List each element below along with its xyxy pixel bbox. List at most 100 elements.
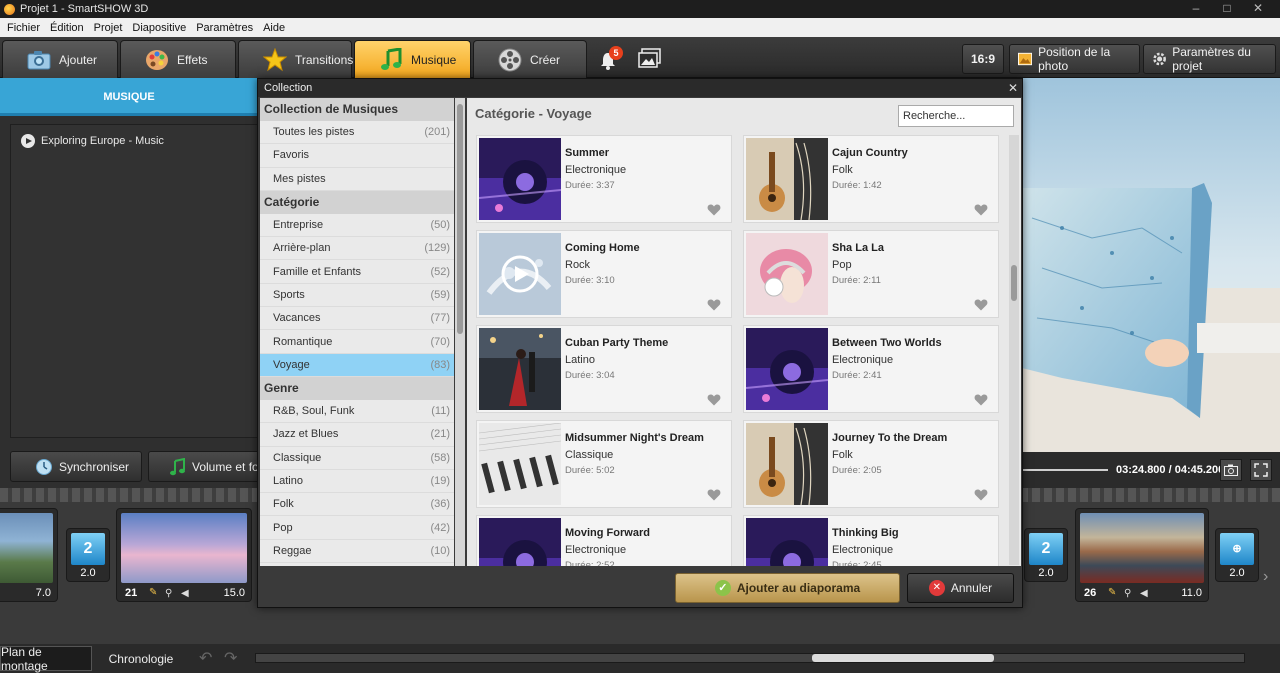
photo-position-button[interactable]: Position de la photo	[1009, 44, 1140, 74]
genre-item-folk[interactable]: Folk (36)	[260, 493, 454, 517]
edit-icon[interactable]: ✎	[149, 587, 157, 598]
genre-item-classique[interactable]: Classique (58)	[260, 447, 454, 470]
menu-diapositive[interactable]: Diapositive	[127, 22, 191, 34]
menu-aide[interactable]: Aide	[258, 22, 290, 34]
album-art-image[interactable]	[479, 518, 561, 566]
notification-bell-button[interactable]: 5	[598, 46, 623, 75]
genre-count: (10)	[430, 544, 450, 557]
scroll-right-icon[interactable]: ›	[1263, 568, 1268, 586]
zoom-icon[interactable]: ⚲	[1124, 588, 1131, 599]
track-card[interactable]: Summer Electronique Durée: 3:37	[476, 135, 732, 223]
favorite-heart-icon[interactable]	[974, 489, 988, 501]
menu-parametres[interactable]: Paramètres	[191, 22, 258, 34]
track-card[interactable]: Midsummer Night's Dream Classique Durée: 5…	[476, 420, 732, 508]
track-card[interactable]: Between Two Worlds Electronique Durée: 2:4…	[743, 325, 999, 413]
tab-timeline[interactable]: Chronologie	[96, 646, 186, 671]
genre-item-rnb[interactable]: R&B, Soul, Funk (11)	[260, 400, 454, 424]
tab-musique[interactable]: Musique	[354, 40, 471, 78]
category-item-entreprise[interactable]: Entreprise (50)	[260, 214, 454, 238]
edit-icon[interactable]: ✎	[1108, 587, 1116, 598]
album-art-image[interactable]	[479, 328, 561, 410]
snapshot-button[interactable]	[1220, 459, 1242, 481]
add-to-slideshow-button[interactable]: ✓ Ajouter au diaporama	[675, 573, 900, 603]
tab-effets[interactable]: Effets	[120, 40, 236, 78]
play-icon[interactable]	[21, 134, 35, 148]
album-art-image[interactable]	[746, 423, 828, 505]
redo-icon[interactable]: ↷	[224, 648, 237, 668]
project-settings-button[interactable]: Paramètres du projet	[1143, 44, 1276, 74]
cancel-button[interactable]: ✕ Annuler	[907, 573, 1014, 603]
category-item-vacances[interactable]: Vacances (77)	[260, 307, 454, 331]
zoom-icon[interactable]: ⚲	[165, 588, 172, 599]
favorite-heart-icon[interactable]	[974, 394, 988, 406]
maximize-button[interactable]: □	[1212, 0, 1242, 18]
undo-icon[interactable]: ↶	[199, 648, 212, 668]
image-gallery-button[interactable]	[638, 47, 664, 71]
slide-thumbnail[interactable]: 21 ✎ ⚲ ◀ 15.0	[116, 508, 252, 602]
genre-item-reggae[interactable]: Reggae (10)	[260, 540, 454, 564]
tab-storyboard[interactable]: Plan de montage	[0, 645, 92, 673]
album-art-image[interactable]	[479, 138, 561, 220]
category-item-my-tracks[interactable]: Mes pistes	[260, 168, 454, 191]
track-card[interactable]: Cajun Country Folk Durée: 1:42	[743, 135, 999, 223]
synchronize-button[interactable]: Synchroniser	[10, 451, 142, 482]
category-item-arriere-plan[interactable]: Arrière-plan (129)	[260, 237, 454, 261]
project-track-item[interactable]: Exploring Europe - Music	[11, 129, 257, 153]
menu-fichier[interactable]: Fichier	[2, 22, 45, 34]
section-heading: Catégorie	[260, 190, 454, 214]
genre-item-pop[interactable]: Pop (42)	[260, 516, 454, 540]
album-art-image[interactable]	[746, 518, 828, 566]
album-art-image[interactable]	[746, 138, 828, 220]
menu-edition[interactable]: Édition	[45, 22, 89, 34]
sound-icon[interactable]: ◀	[1140, 588, 1148, 599]
fullscreen-button[interactable]	[1250, 459, 1272, 481]
track-scrollbar[interactable]	[1009, 135, 1019, 565]
album-art-image[interactable]	[479, 423, 561, 505]
slide-thumbnail[interactable]: 7.0	[0, 508, 58, 602]
favorite-heart-icon[interactable]	[974, 204, 988, 216]
dialog-close-icon[interactable]: ✕	[1008, 79, 1018, 97]
album-art-image[interactable]	[746, 328, 828, 410]
favorite-heart-icon[interactable]	[707, 299, 721, 311]
track-card[interactable]: Cuban Party Theme Latino Durée: 3:04	[476, 325, 732, 413]
menu-projet[interactable]: Projet	[89, 22, 128, 34]
transition-thumbnail[interactable]: ⊕ 2.0	[1215, 528, 1259, 582]
minimize-button[interactable]: –	[1181, 0, 1211, 18]
album-art-image[interactable]	[479, 233, 561, 315]
album-art-image[interactable]	[746, 233, 828, 315]
category-item-famille[interactable]: Famille et Enfants (52)	[260, 260, 454, 284]
sound-icon[interactable]: ◀	[181, 588, 189, 599]
search-input[interactable]: Recherche...	[898, 105, 1014, 127]
genre-item-latino[interactable]: Latino (19)	[260, 470, 454, 494]
favorite-heart-icon[interactable]	[707, 489, 721, 501]
favorite-heart-icon[interactable]	[707, 204, 721, 216]
aspect-ratio-button[interactable]: 16:9	[962, 44, 1004, 74]
category-item-voyage[interactable]: Voyage (83)	[260, 353, 454, 377]
tab-creer[interactable]: Créer	[473, 40, 587, 78]
slide-thumbnail[interactable]: 26 ✎ ⚲ ◀ 11.0	[1075, 508, 1209, 602]
tab-ajouter[interactable]: Ajouter	[2, 40, 118, 78]
track-card[interactable]: Coming Home Rock Durée: 3:10	[476, 230, 732, 318]
track-card[interactable]: Moving Forward Electronique Durée: 2:52	[476, 515, 732, 566]
category-item-sports[interactable]: Sports (59)	[260, 284, 454, 308]
genre-item-jazz[interactable]: Jazz et Blues (21)	[260, 423, 454, 447]
timeline-scrollbar[interactable]	[255, 653, 1245, 663]
favorite-heart-icon[interactable]	[974, 299, 988, 311]
category-scrollbar[interactable]	[455, 98, 465, 566]
track-card[interactable]: Sha La La Pop Durée: 2:11	[743, 230, 999, 318]
favorite-heart-icon[interactable]	[707, 394, 721, 406]
track-card[interactable]: Journey To the Dream Folk Durée: 2:05	[743, 420, 999, 508]
category-scroll-thumb[interactable]	[457, 104, 463, 334]
close-button[interactable]: ✕	[1243, 0, 1273, 18]
category-item-favorites[interactable]: Favoris	[260, 144, 454, 168]
track-card[interactable]: Thinking Big Electronique Durée: 2:45	[743, 515, 999, 566]
category-item-all-tracks[interactable]: Toutes les pistes (201)	[260, 121, 454, 145]
timeline-scroll-thumb[interactable]	[812, 654, 994, 662]
track-scroll-thumb[interactable]	[1011, 265, 1017, 301]
tab-transitions[interactable]: Transitions	[238, 40, 353, 78]
preview-progress-bar[interactable]	[1022, 469, 1108, 471]
transition-thumbnail[interactable]: 2 2.0	[66, 528, 110, 582]
transition-thumbnail[interactable]: 2 2.0	[1024, 528, 1068, 582]
category-item-romantique[interactable]: Romantique (70)	[260, 330, 454, 354]
volume-fade-button[interactable]: Volume et fondu	[148, 451, 258, 482]
